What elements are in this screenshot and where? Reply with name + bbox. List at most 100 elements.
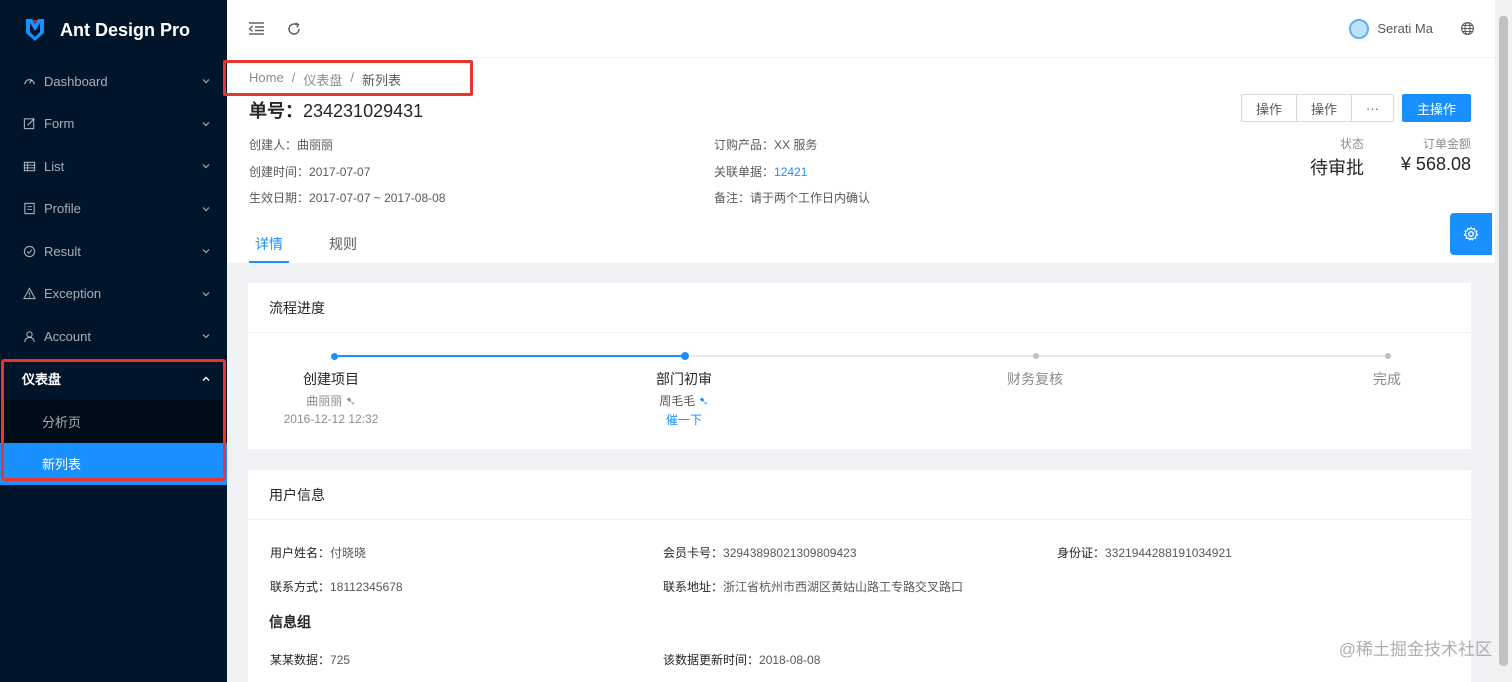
globe-icon[interactable] bbox=[1457, 19, 1477, 39]
reload-icon[interactable] bbox=[284, 19, 304, 39]
sidebar-item-label: Dashboard bbox=[44, 73, 108, 89]
info-update: 该数据更新时间：2018-08-08 bbox=[663, 651, 820, 668]
dashboard-icon bbox=[22, 74, 36, 88]
chevron-down-icon bbox=[202, 291, 210, 297]
action-button-2[interactable]: 操作 bbox=[1295, 94, 1352, 122]
step-line-done bbox=[338, 355, 685, 357]
desc-label: 生效日期： bbox=[249, 191, 310, 205]
info-group-title: 信息组 bbox=[269, 614, 311, 630]
card-title: 用户信息 bbox=[248, 470, 1471, 520]
info-label: 联系地址： bbox=[663, 580, 724, 594]
info-data: 某某数据：725 bbox=[270, 651, 350, 668]
tab-details[interactable]: 详情 bbox=[249, 226, 289, 263]
info-label: 身份证： bbox=[1057, 546, 1106, 560]
sidebar-group-label: 仪表盘 bbox=[22, 372, 62, 388]
sidebar-item-result[interactable]: Result bbox=[0, 230, 227, 273]
step-dot-4 bbox=[1385, 353, 1391, 359]
sidebar-item-profile[interactable]: Profile bbox=[0, 188, 227, 231]
warning-icon bbox=[22, 287, 36, 301]
sidebar-item-dashboard[interactable]: Dashboard bbox=[0, 60, 227, 103]
step-dot-3 bbox=[1033, 353, 1039, 359]
menu-fold-icon[interactable] bbox=[246, 19, 266, 39]
sidebar-item-new-list[interactable]: 新列表 bbox=[0, 442, 227, 485]
related-link[interactable]: 12421 bbox=[774, 165, 807, 179]
action-button-1[interactable]: 操作 bbox=[1240, 94, 1297, 122]
sidebar: Ant Design Pro Dashboard Form List Profi… bbox=[0, 0, 227, 682]
tabs: 详情 规则 bbox=[249, 226, 363, 263]
more-button[interactable]: ··· bbox=[1350, 94, 1394, 122]
dingding-icon: ➷ bbox=[345, 394, 356, 408]
watermark: @稀土掘金技术社区 bbox=[1338, 640, 1492, 659]
info-phone: 联系方式：18112345678 bbox=[270, 578, 403, 595]
sidebar-item-account[interactable]: Account bbox=[0, 315, 227, 358]
sidebar-item-list[interactable]: List bbox=[0, 145, 227, 188]
status-label: 状态 bbox=[1339, 137, 1364, 151]
step-title: 完成 bbox=[1373, 371, 1401, 387]
desc-label: 备注： bbox=[714, 191, 751, 205]
primary-action-button[interactable]: 主操作 bbox=[1401, 94, 1471, 122]
progress-card: 流程进度 创建项目 曲丽丽 ➷ 2016-12-12 12:32 部门初审 周毛… bbox=[248, 283, 1471, 449]
urge-link[interactable]: 催一下 bbox=[656, 411, 712, 428]
step-title: 创建项目 bbox=[303, 371, 359, 387]
info-label: 该数据更新时间： bbox=[663, 653, 760, 667]
card-title: 流程进度 bbox=[248, 283, 1471, 333]
top-header: Serati Ma bbox=[227, 0, 1495, 58]
step-person: 周毛毛 bbox=[659, 394, 696, 408]
info-label: 用户姓名： bbox=[270, 546, 331, 560]
chevron-down-icon bbox=[202, 206, 210, 212]
table-icon bbox=[22, 159, 36, 173]
chevron-down-icon bbox=[202, 334, 210, 339]
breadcrumb-current: 新列表 bbox=[361, 73, 401, 88]
info-value: 18112345678 bbox=[330, 580, 403, 594]
settings-drawer-button[interactable] bbox=[1450, 213, 1492, 255]
desc-product: 订购产品：XX 服务 bbox=[714, 136, 817, 153]
user-icon bbox=[22, 329, 36, 343]
sidebar-item-exception[interactable]: Exception bbox=[0, 273, 227, 316]
chevron-up-icon bbox=[202, 376, 210, 381]
step-sub: 曲丽丽 ➷ bbox=[284, 392, 379, 409]
scrollbar[interactable] bbox=[1495, 0, 1512, 682]
avatar[interactable] bbox=[1349, 18, 1370, 39]
step-line-wait bbox=[690, 355, 1390, 357]
info-card: 会员卡号：32943898021309809423 bbox=[663, 544, 857, 561]
info-label: 联系方式： bbox=[270, 580, 331, 594]
desc-value: 曲丽丽 bbox=[297, 138, 334, 152]
sidebar-group-dashboard-cn[interactable]: 仪表盘 bbox=[0, 358, 227, 401]
info-label: 会员卡号： bbox=[663, 546, 724, 560]
logo[interactable]: Ant Design Pro bbox=[0, 0, 227, 60]
sidebar-submenu: 分析页 新列表 bbox=[0, 400, 227, 485]
breadcrumb: Home / 仪表盘 / 新列表 bbox=[249, 70, 401, 89]
sidebar-item-analysis[interactable]: 分析页 bbox=[0, 400, 227, 443]
sidebar-item-label: Form bbox=[44, 116, 75, 132]
form-icon bbox=[22, 117, 36, 131]
desc-related: 关联单据：12421 bbox=[714, 163, 807, 180]
logo-icon bbox=[26, 19, 44, 41]
step-title: 部门初审 bbox=[656, 371, 712, 387]
scrollbar-thumb[interactable] bbox=[1499, 16, 1508, 666]
desc-label: 订购产品： bbox=[714, 138, 775, 152]
info-name: 用户姓名：付晓晓 bbox=[270, 544, 366, 561]
amount-label: 订单金额 bbox=[1422, 137, 1471, 151]
info-value: 付晓晓 bbox=[330, 546, 367, 560]
desc-valid: 生效日期：2017-07-07 ~ 2017-08-08 bbox=[249, 189, 445, 206]
status-stat: 状态 待审批 bbox=[1310, 135, 1364, 180]
check-circle-icon bbox=[22, 244, 36, 258]
info-label: 某某数据： bbox=[270, 653, 331, 667]
desc-label: 关联单据： bbox=[714, 165, 775, 179]
step-title: 财务复核 bbox=[1007, 371, 1063, 387]
breadcrumb-home[interactable]: Home bbox=[249, 70, 284, 89]
sidebar-item-form[interactable]: Form bbox=[0, 103, 227, 146]
breadcrumb-dashboard[interactable]: 仪表盘 bbox=[303, 70, 342, 89]
sidebar-item-label: Result bbox=[44, 243, 81, 259]
tab-rules[interactable]: 规则 bbox=[323, 226, 363, 263]
username[interactable]: Serati Ma bbox=[1377, 21, 1433, 36]
desc-value: XX 服务 bbox=[774, 138, 818, 152]
step-person: 曲丽丽 bbox=[306, 394, 343, 408]
desc-label: 创建人： bbox=[249, 138, 298, 152]
status-value: 待审批 bbox=[1310, 158, 1364, 178]
sidebar-item-label: Profile bbox=[44, 201, 81, 217]
user-info-card: 用户信息 用户姓名：付晓晓 会员卡号：32943898021309809423 … bbox=[248, 470, 1471, 682]
step-dot-1 bbox=[331, 352, 338, 360]
step-time: 2016-12-12 12:32 bbox=[283, 412, 379, 426]
step-1: 创建项目 曲丽丽 ➷ 2016-12-12 12:32 bbox=[284, 369, 379, 426]
